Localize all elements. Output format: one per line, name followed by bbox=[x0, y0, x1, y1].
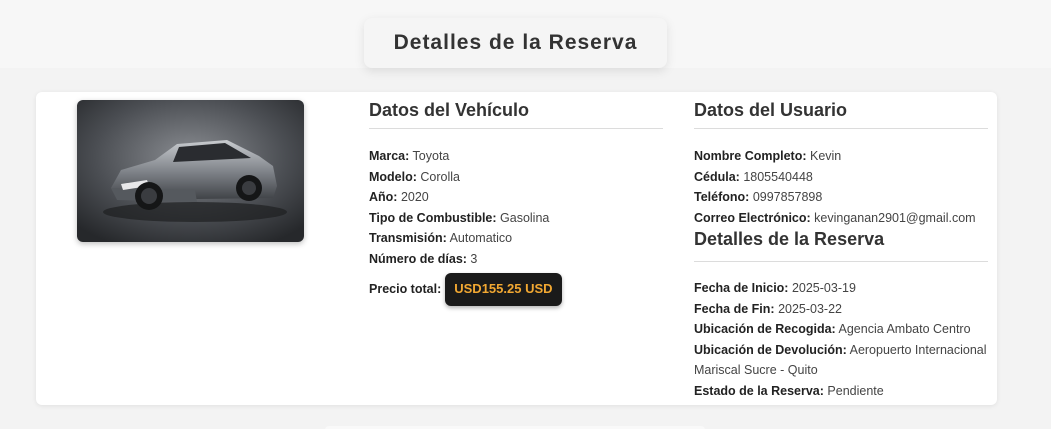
field-full-name: Nombre Completo: Kevin bbox=[694, 149, 842, 163]
car-photo-icon bbox=[77, 100, 304, 242]
vehicle-section-title: Datos del Vehículo bbox=[369, 92, 663, 129]
field-pickup-location: Ubicación de Recogida: Agencia Ambato Ce… bbox=[694, 322, 971, 336]
price-label: Precio total: bbox=[369, 282, 442, 296]
field-transmission: Transmisión: Automatico bbox=[369, 231, 513, 245]
field-end-date: Fecha de Fin: 2025-03-22 bbox=[694, 301, 843, 316]
field-brand: Marca: Toyota bbox=[369, 149, 450, 163]
price-badge: USD155.25 USD bbox=[445, 273, 562, 306]
reservation-section-title: Detalles de la Reserva bbox=[694, 228, 988, 262]
field-year: Año: 2020 bbox=[369, 190, 429, 204]
field-reservation-status: Estado de la Reserva: Pendiente bbox=[694, 383, 884, 398]
user-column: Datos del Usuario Nombre Completo: Kevin… bbox=[694, 92, 988, 401]
car-image bbox=[77, 100, 304, 242]
field-return-location: Ubicación de Devolución: Aeropuerto Inte… bbox=[694, 342, 987, 378]
price-row: Precio total: USD155.25 USD bbox=[369, 273, 663, 306]
reservation-card: Datos del Vehículo Marca: Toyota Modelo:… bbox=[36, 92, 997, 405]
field-email: Correo Electrónico: kevinganan2901@gmail… bbox=[694, 210, 976, 225]
page-title: Detalles de la Reserva bbox=[364, 18, 667, 68]
field-fuel: Tipo de Combustible: Gasolina bbox=[369, 210, 550, 225]
field-days: Número de días: 3 bbox=[369, 251, 478, 266]
vehicle-column: Datos del Vehículo Marca: Toyota Modelo:… bbox=[369, 92, 663, 306]
field-id-number: Cédula: 1805540448 bbox=[694, 169, 813, 184]
field-model: Modelo: Corolla bbox=[369, 169, 461, 184]
user-section-title: Datos del Usuario bbox=[694, 92, 988, 129]
field-phone: Teléfono: 0997857898 bbox=[694, 190, 823, 204]
field-start-date: Fecha de Inicio: 2025-03-19 bbox=[694, 281, 856, 295]
